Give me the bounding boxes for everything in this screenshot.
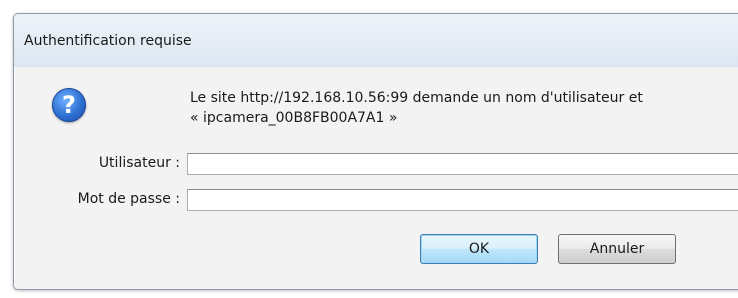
dialog-message: Le site http://192.168.10.56:99 demande … xyxy=(190,88,643,128)
password-label: Mot de passe : xyxy=(77,191,180,207)
username-input[interactable] xyxy=(187,153,738,175)
auth-dialog: Authentification requise ? Le site http:… xyxy=(13,13,738,290)
dialog-body: ? Le site http://192.168.10.56:99 demand… xyxy=(14,67,738,289)
message-line-1: Le site http://192.168.10.56:99 demande … xyxy=(190,90,643,106)
username-label: Utilisateur : xyxy=(98,155,180,171)
dialog-title: Authentification requise xyxy=(24,33,192,49)
ok-button[interactable]: OK xyxy=(420,234,538,264)
question-icon: ? xyxy=(52,88,86,122)
password-input[interactable] xyxy=(187,189,738,211)
screen: Authentification requise ? Le site http:… xyxy=(0,0,738,298)
message-line-2: « ipcamera_00B8FB00A7A1 » xyxy=(190,110,398,126)
cancel-button[interactable]: Annuler xyxy=(558,234,676,264)
dialog-titlebar[interactable]: Authentification requise xyxy=(14,14,738,68)
